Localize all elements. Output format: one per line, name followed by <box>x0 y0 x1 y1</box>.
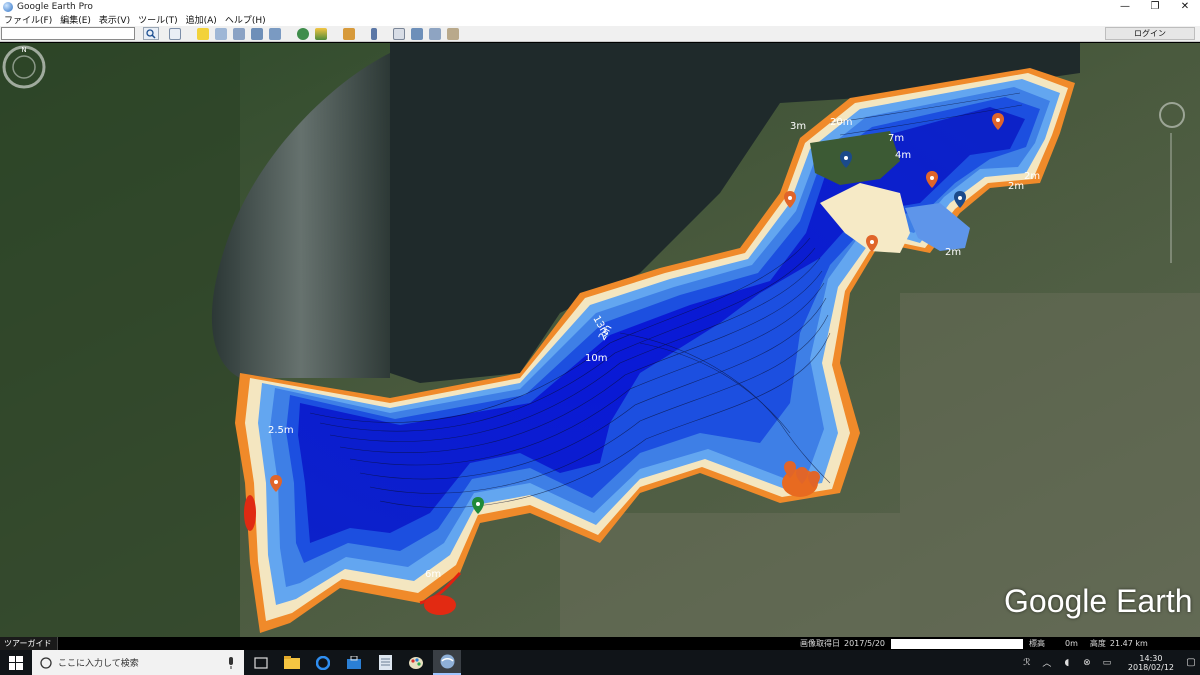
ruler-icon[interactable] <box>371 27 377 40</box>
folder-icon <box>284 656 300 669</box>
save-image-icon[interactable] <box>429 27 441 40</box>
people-icon[interactable]: ℛ <box>1020 656 1034 670</box>
task-view-button[interactable] <box>247 650 275 675</box>
volume-icon[interactable]: ◖ <box>1060 656 1074 670</box>
elevation-label: 標高 <box>1029 639 1046 648</box>
zoom-slider[interactable] <box>1168 133 1174 263</box>
map-imagery: 20m 3m 7m 4m 2m 2m 2m 13m 10m 2m 2.5m 6m <box>0 43 1200 637</box>
sun-icon[interactable] <box>315 27 327 40</box>
menu-help[interactable]: ヘルプ(H) <box>225 13 266 26</box>
taskbar-paint[interactable] <box>402 650 430 675</box>
imagery-date: 2017/5/20 <box>844 639 886 648</box>
windows-taskbar: ここに入力して検索 ℛ ︿ ◖ ⊗ ▭ 14:30 2018/02/12 ▢ <box>0 650 1200 675</box>
depth-label: 2m <box>945 247 961 258</box>
tour-guide-button[interactable]: ツアーガイド <box>0 637 58 650</box>
planets-icon[interactable] <box>343 27 355 40</box>
menu-file[interactable]: ファイル(F) <box>4 13 52 26</box>
taskbar-clock[interactable]: 14:30 2018/02/12 <box>1128 654 1174 672</box>
depth-label: 2m <box>1008 181 1024 192</box>
maps-icon[interactable] <box>447 27 459 40</box>
clock-date: 2018/02/12 <box>1127 662 1174 672</box>
chevron-up-icon[interactable]: ︿ <box>1040 656 1054 670</box>
system-tray: ℛ ︿ ◖ ⊗ ▭ 14:30 2018/02/12 ▢ <box>1020 650 1200 675</box>
placemark-icon[interactable] <box>197 27 209 40</box>
microphone-icon[interactable] <box>226 656 236 669</box>
paint-icon <box>409 656 423 669</box>
minimize-button[interactable]: — <box>1110 0 1140 13</box>
search-icon <box>40 656 52 669</box>
scale-legend <box>891 638 1024 649</box>
polygon-icon[interactable] <box>215 27 227 40</box>
clock-time: 14:30 <box>1139 653 1163 663</box>
taskbar-file-explorer[interactable] <box>278 650 306 675</box>
map-view[interactable]: 20m 3m 7m 4m 2m 2m 2m 13m 10m 2m 2.5m 6m <box>0 43 1200 637</box>
depth-label: 7m <box>888 133 904 144</box>
edge-browser-icon <box>316 655 330 670</box>
window-title: Google Earth Pro <box>17 1 93 12</box>
close-button[interactable]: ✕ <box>1170 0 1200 13</box>
google-earth-icon <box>440 654 454 669</box>
login-button[interactable]: ログイン <box>1105 27 1195 40</box>
notification-icon[interactable]: ▢ <box>1182 650 1200 675</box>
menu-edit[interactable]: 編集(E) <box>60 13 91 26</box>
start-button[interactable] <box>0 650 32 675</box>
search-input[interactable] <box>1 27 135 40</box>
windows-logo-icon <box>9 655 23 670</box>
depth-label: 10m <box>585 353 607 364</box>
menu-tools[interactable]: ツール(T) <box>138 13 178 26</box>
navigation-compass-icon[interactable]: N <box>0 43 48 91</box>
imagery-date-label: 画像取得日 <box>800 639 840 648</box>
google-earth-app-icon <box>3 1 13 12</box>
title-bar: Google Earth Pro — ❐ ✕ <box>0 0 1200 13</box>
email-icon[interactable] <box>393 27 405 40</box>
taskbar-google-earth[interactable] <box>433 650 461 675</box>
depth-label: 6m <box>425 569 441 580</box>
depth-label: 20m <box>830 117 852 128</box>
taskbar-search-box[interactable]: ここに入力して検索 <box>32 650 244 675</box>
menu-view[interactable]: 表示(V) <box>99 13 130 26</box>
document-icon <box>378 655 392 670</box>
depth-label: 2.5m <box>268 425 294 436</box>
menu-bar: ファイル(F) 編集(E) 表示(V) ツール(T) 追加(A) ヘルプ(H) <box>0 13 1200 26</box>
path-icon[interactable] <box>233 27 245 40</box>
menu-add[interactable]: 追加(A) <box>186 13 217 26</box>
depth-label: 2m <box>1024 171 1040 182</box>
print-icon[interactable] <box>411 27 423 40</box>
altitude-label: 高度 <box>1089 639 1106 648</box>
overlay-icon[interactable] <box>251 27 263 40</box>
search-icon <box>146 28 156 39</box>
taskbar-search-placeholder: ここに入力して検索 <box>58 659 139 669</box>
status-bar: ツアーガイド 画像取得日 2017/5/20 標高 0m 高度 21.47 km <box>0 637 1200 650</box>
depth-label: 4m <box>895 150 911 161</box>
ime-icon[interactable]: ▭ <box>1100 656 1114 670</box>
taskbar-edge[interactable] <box>309 650 337 675</box>
history-icon[interactable] <box>297 27 309 40</box>
toolbar: ログイン <box>0 26 1200 42</box>
elevation-value: 0m <box>1065 639 1078 648</box>
taskbar-store[interactable] <box>340 650 368 675</box>
task-view-icon <box>254 656 268 669</box>
network-icon[interactable]: ⊗ <box>1080 656 1094 670</box>
altitude-value: 21.47 km <box>1109 639 1148 648</box>
look-joystick-icon[interactable] <box>1158 101 1186 129</box>
record-tour-icon[interactable] <box>269 27 281 40</box>
store-icon <box>347 655 361 669</box>
google-earth-logo: Google Earth <box>1004 583 1193 619</box>
taskbar-notepad[interactable] <box>371 650 399 675</box>
sidebar-toggle-icon[interactable] <box>169 27 181 40</box>
search-button[interactable] <box>143 27 159 40</box>
svg-text:N: N <box>21 46 26 54</box>
depth-label: 3m <box>790 121 806 132</box>
restore-button[interactable]: ❐ <box>1140 0 1170 13</box>
